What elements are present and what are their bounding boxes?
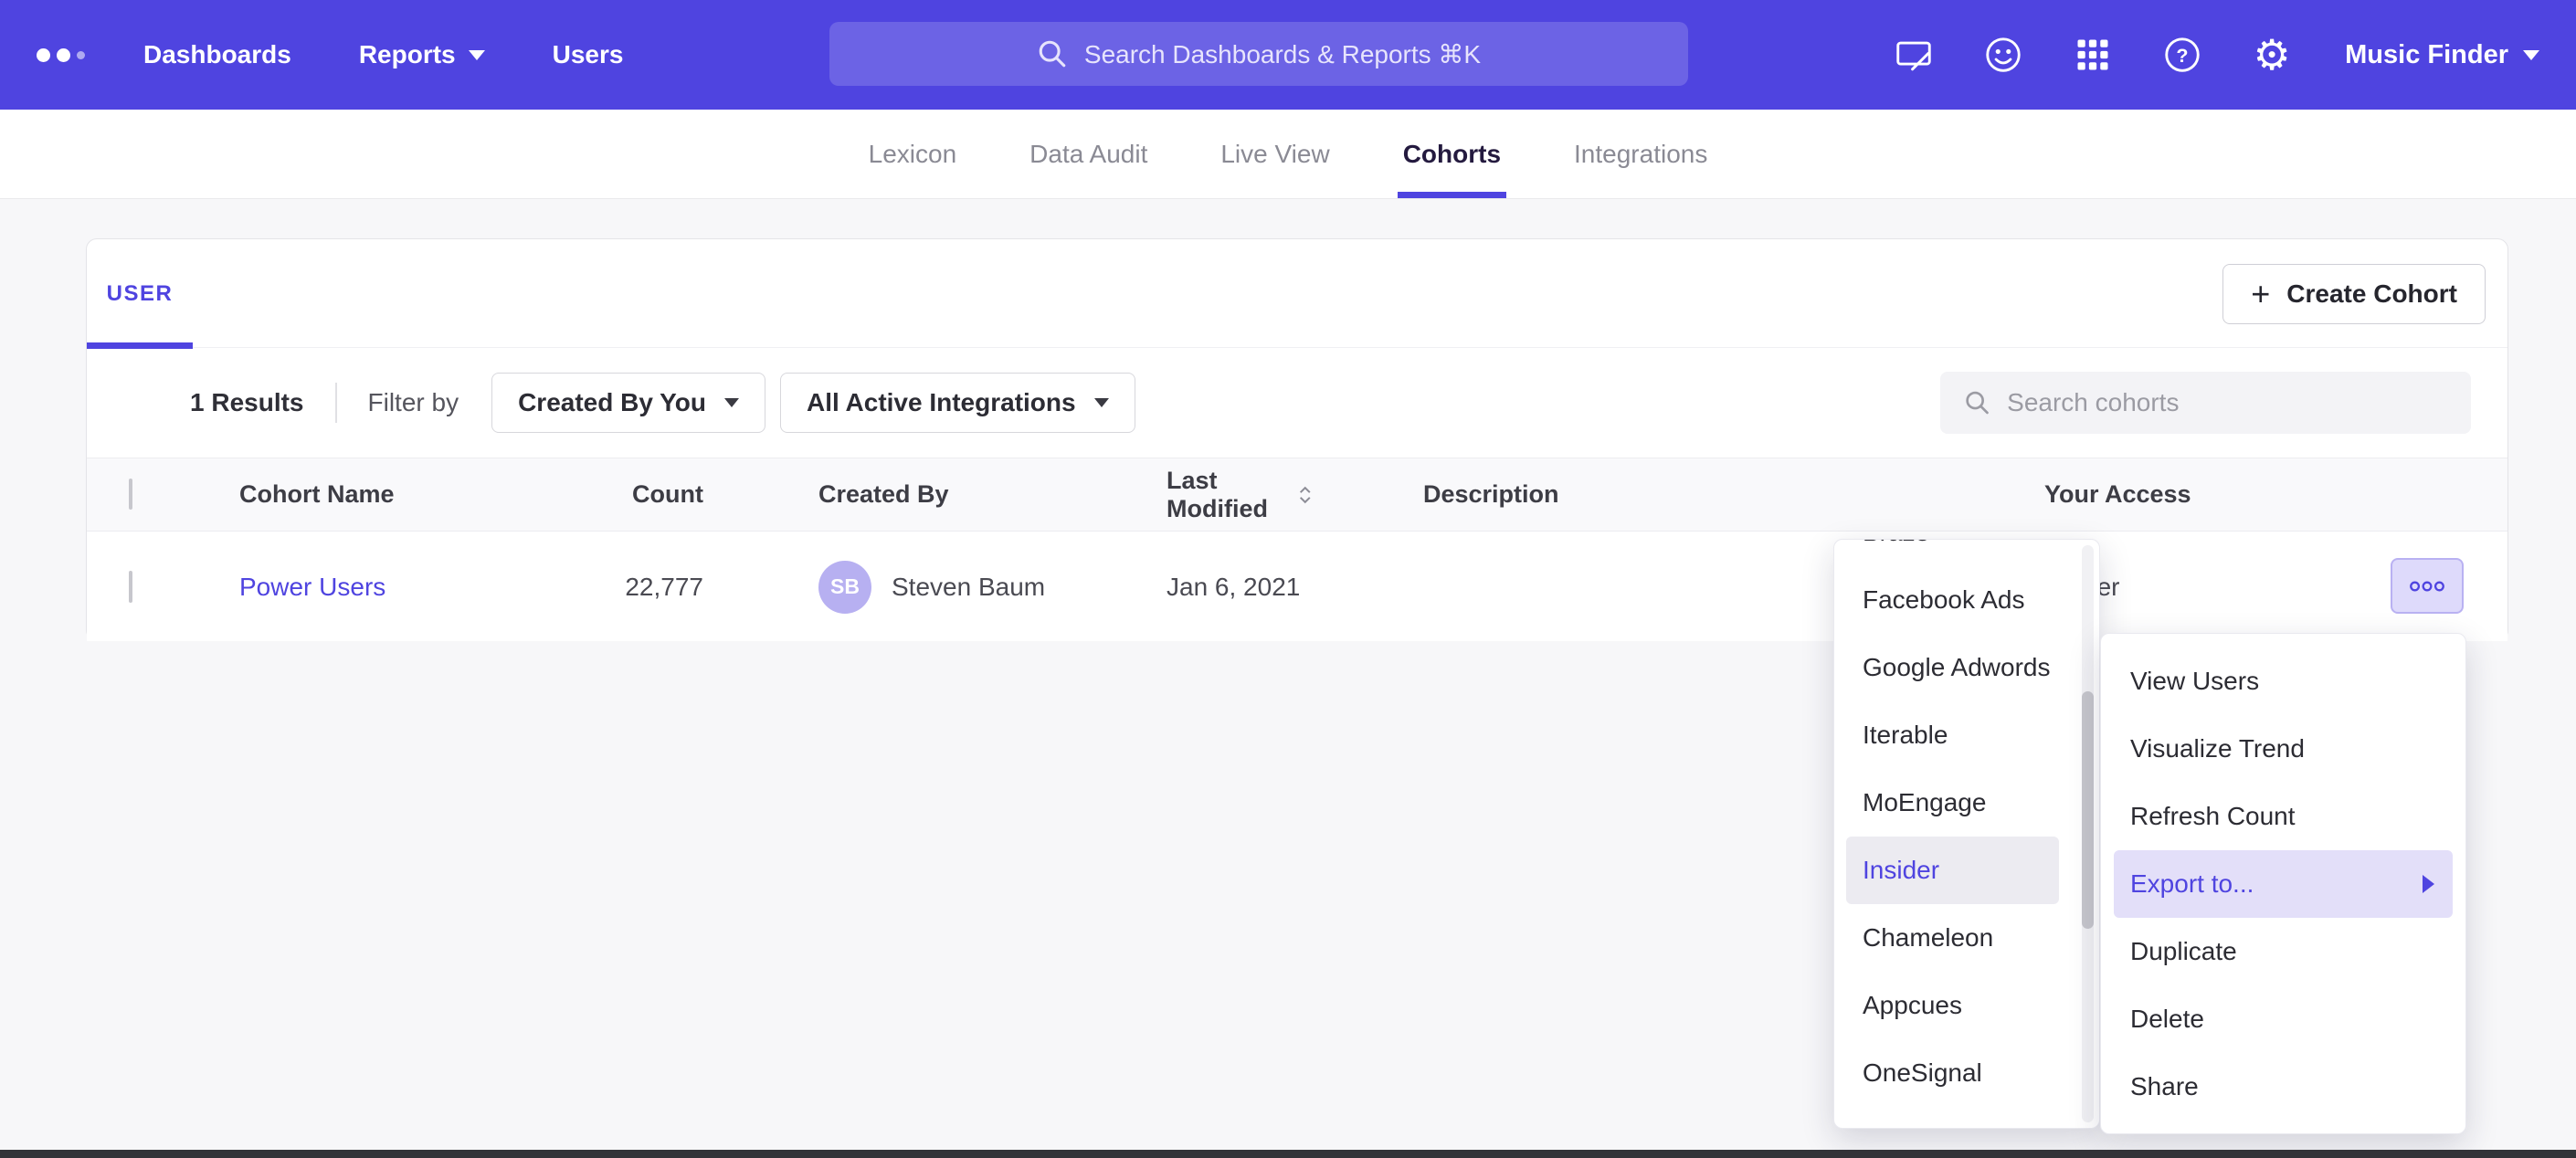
top-navigation-bar: Dashboards Reports Users Search Dashboar… (0, 0, 2576, 110)
nav-dashboards-label: Dashboards (143, 40, 291, 69)
table-row[interactable]: Power Users 22,777 SB Steven Baum Jan 6,… (87, 532, 2507, 641)
integrations-filter-dropdown[interactable]: All Active Integrations (780, 373, 1135, 433)
ellipsis-icon (2406, 580, 2448, 593)
sort-icon[interactable] (1299, 484, 1312, 506)
avatar: SB (818, 561, 871, 614)
divider (335, 383, 337, 423)
results-count: 1 Results (190, 388, 304, 417)
export-item-onesignal[interactable]: OneSignal (1846, 1039, 2059, 1107)
app-logo[interactable] (37, 48, 85, 62)
action-visualize-trend[interactable]: Visualize Trend (2114, 715, 2453, 783)
export-item-iterable[interactable]: Iterable (1846, 701, 2059, 769)
action-delete[interactable]: Delete (2114, 985, 2453, 1053)
search-icon (1037, 38, 1068, 69)
tab-live-view[interactable]: Live View (1220, 110, 1329, 198)
select-all-checkbox[interactable] (129, 479, 132, 510)
section-tabs: Lexicon Data Audit Live View Cohorts Int… (0, 110, 2576, 199)
col-last-modified[interactable]: Last Modified (1055, 467, 1311, 523)
action-view-users[interactable]: View Users (2114, 647, 2453, 715)
col-count: Count (589, 480, 726, 509)
row-actions-button[interactable] (2391, 558, 2464, 614)
create-cohort-label: Create Cohort (2286, 279, 2457, 309)
cohort-type-tabs: USER + Create Cohort (87, 239, 2507, 348)
workspace-name: Music Finder (2345, 40, 2508, 70)
action-share[interactable]: Share (2114, 1053, 2453, 1121)
action-refresh-count[interactable]: Refresh Count (2114, 783, 2453, 850)
feedback-icon[interactable] (1892, 33, 1936, 77)
tab-cohorts[interactable]: Cohorts (1403, 110, 1501, 198)
filter-by-label: Filter by (368, 388, 459, 417)
created-by-filter-dropdown[interactable]: Created By You (491, 373, 765, 433)
global-search-placeholder: Search Dashboards & Reports ⌘K (1084, 39, 1481, 69)
cohort-count: 22,777 (589, 573, 726, 602)
nav-reports[interactable]: Reports (359, 40, 485, 69)
col-created-by: Created By (726, 480, 1055, 509)
row-checkbox[interactable] (129, 571, 132, 603)
workspace-switcher[interactable]: Music Finder (2345, 40, 2539, 70)
export-item-google-adwords[interactable]: Google Adwords (1846, 634, 2059, 701)
col-cohort-name: Cohort Name (196, 480, 589, 509)
nav-dashboards[interactable]: Dashboards (143, 40, 291, 69)
logo-dot (57, 48, 70, 62)
plus-icon: + (2251, 278, 2270, 311)
created-by-name: Steven Baum (892, 573, 1045, 602)
export-item-braze[interactable]: Braze (1846, 539, 2059, 566)
chevron-down-icon (469, 50, 485, 60)
tab-data-audit[interactable]: Data Audit (1029, 110, 1147, 198)
tab-integrations[interactable]: Integrations (1574, 110, 1707, 198)
logo-dot (37, 48, 50, 62)
tab-user-cohorts[interactable]: USER (87, 239, 193, 348)
smiley-icon[interactable] (1981, 33, 2025, 77)
row-actions-list: View Users Visualize Trend Refresh Count… (2114, 647, 2453, 1121)
submenu-arrow-icon (2423, 875, 2434, 893)
help-icon[interactable]: ? (2160, 33, 2204, 77)
cohort-search (1940, 372, 2471, 434)
topbar-actions: ? ⚙ Music Finder (1892, 0, 2539, 110)
scrollbar-thumb[interactable] (2082, 691, 2094, 929)
cohort-search-input[interactable] (2007, 388, 2447, 417)
global-search-input[interactable]: Search Dashboards & Reports ⌘K (829, 22, 1688, 86)
chevron-down-icon (1094, 398, 1109, 407)
nav-users-label: Users (553, 40, 624, 69)
svg-text:?: ? (2177, 44, 2189, 67)
chevron-down-icon (724, 398, 739, 407)
export-item-moengage[interactable]: MoEngage (1846, 769, 2059, 837)
export-destinations-list: Braze Facebook Ads Google Adwords Iterab… (1846, 539, 2059, 1107)
nav-users[interactable]: Users (553, 40, 624, 69)
row-actions-menu: View Users Visualize Trend Refresh Count… (2100, 633, 2466, 1134)
cohort-name-link[interactable]: Power Users (239, 573, 385, 601)
nav-reports-label: Reports (359, 40, 456, 69)
search-icon (1964, 388, 1990, 417)
action-duplicate[interactable]: Duplicate (2114, 918, 2453, 985)
create-cohort-button[interactable]: + Create Cohort (2222, 264, 2486, 324)
filter-toolbar: 1 Results Filter by Created By You All A… (87, 348, 2507, 458)
export-item-appcues[interactable]: Appcues (1846, 972, 2059, 1039)
tab-lexicon[interactable]: Lexicon (869, 110, 957, 198)
settings-gear-icon[interactable]: ⚙ (2250, 33, 2294, 77)
export-item-facebook-ads[interactable]: Facebook Ads (1846, 566, 2059, 634)
export-item-chameleon[interactable]: Chameleon (1846, 904, 2059, 972)
cohorts-panel: USER + Create Cohort 1 Results Filter by… (86, 238, 2508, 641)
apps-grid-icon[interactable] (2071, 33, 2115, 77)
col-your-access: Your Access (1914, 480, 2507, 509)
export-item-insider[interactable]: Insider (1846, 837, 2059, 904)
action-export-to[interactable]: Export to... (2114, 850, 2453, 918)
col-description: Description (1311, 480, 1914, 509)
chevron-down-icon (2523, 50, 2539, 60)
last-modified-value: Jan 6, 2021 (1055, 573, 1311, 602)
primary-nav: Dashboards Reports Users (143, 40, 623, 69)
logo-dot (77, 51, 85, 59)
export-destinations-menu: Braze Facebook Ads Google Adwords Iterab… (1833, 539, 2100, 1129)
bottom-edge (0, 1150, 2576, 1158)
table-header-row: Cohort Name Count Created By Last Modifi… (87, 458, 2507, 532)
